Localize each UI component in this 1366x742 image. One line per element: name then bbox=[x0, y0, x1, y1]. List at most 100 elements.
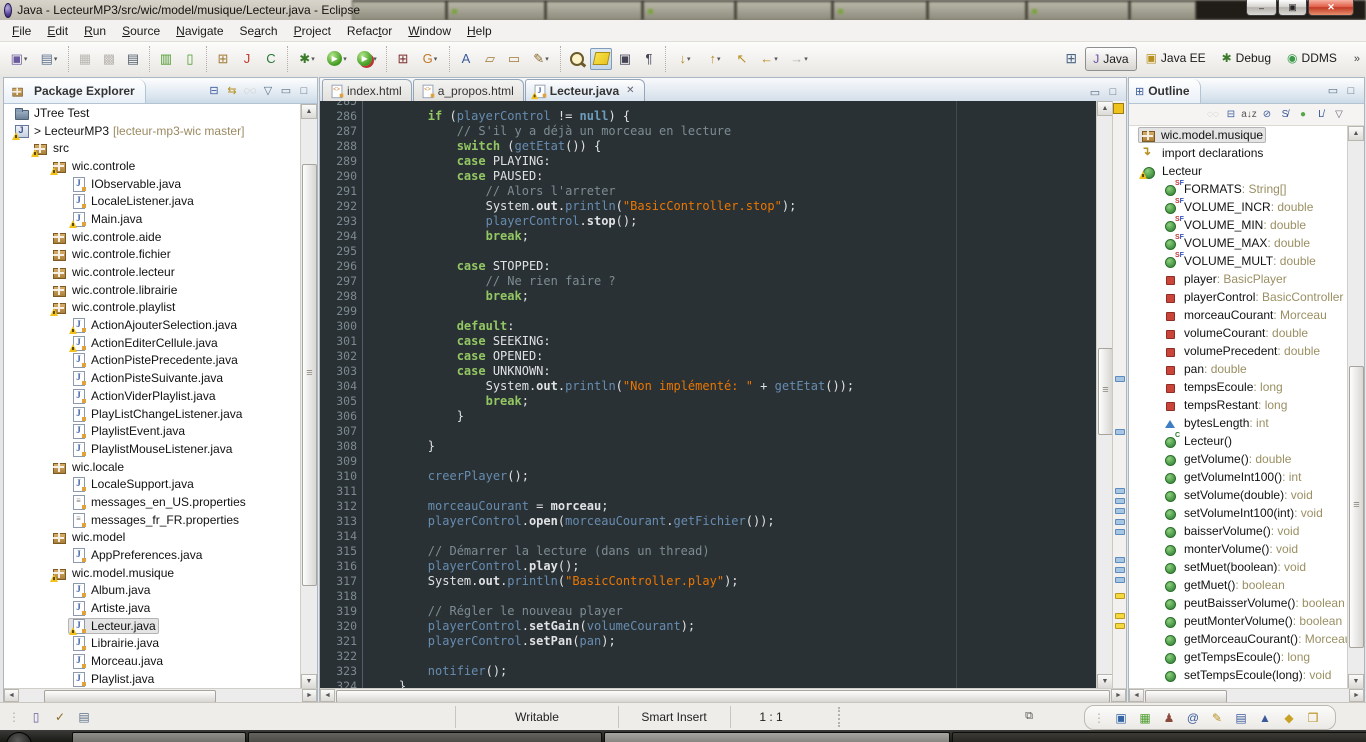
editor-hscrollbar[interactable]: ◄ ► bbox=[320, 688, 1126, 703]
theme-brush-icon[interactable]: ✎ bbox=[1207, 709, 1227, 727]
minimize-editor-icon[interactable]: ▭ bbox=[1086, 83, 1104, 101]
outline-item[interactable]: SF VOLUME_MULT : double bbox=[1130, 252, 1348, 270]
previous-annotation-icon[interactable]: ↑ ▾ bbox=[701, 48, 729, 70]
open-type-icon[interactable]: A bbox=[455, 48, 477, 70]
editor-vscrollbar[interactable]: ▲ ▼ bbox=[1096, 101, 1113, 689]
open-package-icon[interactable]: ▱ bbox=[479, 48, 501, 70]
outline-item[interactable]: player : BasicPlayer bbox=[1130, 270, 1348, 288]
restore-trim-icon[interactable]: ⧉ bbox=[1020, 708, 1038, 724]
outline-item[interactable]: SF VOLUME_INCR : double bbox=[1130, 198, 1348, 216]
overview-ruler[interactable] bbox=[1112, 101, 1126, 689]
outline-item[interactable]: setVolumeInt100(int) : void bbox=[1130, 504, 1348, 522]
dropdown-arrow-icon[interactable]: ▾ bbox=[545, 55, 549, 63]
outline-item[interactable]: wic.model.musique bbox=[1130, 126, 1348, 144]
close-button[interactable]: ✕ bbox=[1308, 0, 1354, 16]
outline-item[interactable]: tempsEcoule : long bbox=[1130, 378, 1348, 396]
dropdown-arrow-icon[interactable]: ▾ bbox=[373, 55, 377, 63]
outline-item[interactable]: volumeCourant : double bbox=[1130, 324, 1348, 342]
package-explorer-vscrollbar[interactable]: ▲ ▼ bbox=[300, 104, 317, 689]
collapse-all-icon[interactable]: ⊟ bbox=[1222, 106, 1240, 124]
tree-item[interactable]: J Librairie.java bbox=[5, 635, 301, 653]
outline-item[interactable]: getVolume() : double bbox=[1130, 450, 1348, 468]
package-explorer-hscrollbar[interactable]: ◄ ► bbox=[4, 688, 317, 703]
occurrence-marker[interactable] bbox=[1115, 376, 1125, 382]
outline-item[interactable]: bytesLength : int bbox=[1130, 414, 1348, 432]
warning-marker[interactable] bbox=[1115, 593, 1125, 599]
tree-item[interactable]: J LocaleSupport.java bbox=[5, 475, 301, 493]
tree-item[interactable]: wic.controle.playlist bbox=[5, 299, 301, 317]
maximize-view-icon[interactable]: □ bbox=[295, 82, 313, 100]
outline-item[interactable]: SF FORMATS : String[] bbox=[1130, 180, 1348, 198]
tree-item[interactable]: J Playlist.java bbox=[5, 670, 301, 688]
occurrence-marker[interactable] bbox=[1115, 557, 1125, 563]
toggle-mark-occurrences-icon[interactable] bbox=[590, 47, 612, 70]
outline-item[interactable]: tempsRestant : long bbox=[1130, 396, 1348, 414]
outline-item[interactable]: ↴ import declarations bbox=[1130, 144, 1348, 162]
outline-item[interactable]: volumePrecedent : double bbox=[1130, 342, 1348, 360]
outline-shortcut-icon[interactable]: ▤ bbox=[74, 708, 94, 726]
tree-item[interactable]: J Artiste.java bbox=[5, 599, 301, 617]
android-sdk-manager-icon[interactable]: ▥ bbox=[155, 48, 177, 70]
menu-project[interactable]: Project bbox=[286, 22, 339, 40]
hide-local-types-icon[interactable]: L̸ bbox=[1312, 106, 1330, 124]
outline-hscrollbar[interactable]: ◄ ► bbox=[1129, 688, 1364, 703]
tree-item[interactable]: J IObservable.java bbox=[5, 175, 301, 193]
menu-file[interactable]: File bbox=[4, 22, 39, 40]
collapse-all-icon[interactable]: ⊟ bbox=[205, 82, 223, 100]
run-icon[interactable]: ▶ ▾ bbox=[323, 48, 351, 70]
occurrence-marker[interactable] bbox=[1115, 577, 1125, 583]
dropdown-arrow-icon[interactable]: ▾ bbox=[311, 55, 315, 63]
cvs-repository-icon[interactable]: ♟ bbox=[1159, 709, 1179, 727]
table-view-icon[interactable]: ▤ bbox=[1231, 709, 1251, 727]
menu-edit[interactable]: Edit bbox=[39, 22, 76, 40]
outline-item[interactable]: SF VOLUME_MAX : double bbox=[1130, 234, 1348, 252]
maximize-button[interactable]: ▣ bbox=[1278, 0, 1307, 16]
toolbar-overflow-chevron[interactable]: » bbox=[1354, 53, 1360, 65]
run-external-tools-icon[interactable]: ▶ ▾ bbox=[353, 48, 381, 70]
dropdown-arrow-icon[interactable]: ▾ bbox=[434, 55, 438, 63]
editor-tab-a_propos-html[interactable]: <> a_propos.html bbox=[412, 79, 524, 101]
ant-build-icon[interactable]: ▲ bbox=[1255, 709, 1275, 727]
editor-tab-Lecteur-java[interactable]: J Lecteur.java ✕ bbox=[524, 79, 645, 101]
tree-item[interactable]: J Album.java bbox=[5, 582, 301, 600]
back-icon[interactable]: ← ▾ bbox=[755, 48, 783, 70]
code-editor[interactable]: 285 286 287 288 289 290 291 292 293 294 295 296 297 2… bbox=[320, 101, 1126, 689]
editor-tab-index-html[interactable]: <> index.html bbox=[322, 79, 412, 101]
show-whitespace-icon[interactable]: ¶ bbox=[638, 48, 660, 70]
menu-help[interactable]: Help bbox=[459, 22, 500, 40]
last-edit-location-icon[interactable]: ↖ bbox=[731, 48, 753, 70]
tree-item[interactable]: ≡ messages_fr_FR.properties bbox=[5, 511, 301, 529]
outline-item[interactable]: SF VOLUME_MIN : double bbox=[1130, 216, 1348, 234]
dropdown-arrow-icon[interactable]: ▾ bbox=[54, 55, 58, 63]
dropdown-arrow-icon[interactable]: ▾ bbox=[804, 55, 808, 63]
new-web-wizard-icon[interactable]: G ▾ bbox=[416, 48, 444, 70]
tree-item[interactable]: J Main.java bbox=[5, 210, 301, 228]
android-ddms-icon[interactable]: ▦ bbox=[1135, 709, 1155, 727]
outline-item[interactable]: peutMonterVolume() : boolean bbox=[1130, 612, 1348, 630]
new-wizard-shortcut-icon[interactable]: ▯ bbox=[26, 708, 46, 726]
tree-item[interactable]: J ActionPisteSuivante.java bbox=[5, 369, 301, 387]
tree-item[interactable]: J PlaylistMouseListener.java bbox=[5, 440, 301, 458]
tree-item[interactable]: ≡ messages_en_US.properties bbox=[5, 493, 301, 511]
outline-item[interactable]: playerControl : BasicController bbox=[1130, 288, 1348, 306]
hide-fields-icon[interactable]: ⊘ bbox=[1258, 106, 1276, 124]
trim-drag-handle[interactable] bbox=[838, 707, 840, 727]
outline-item[interactable]: getTempsEcoule() : long bbox=[1130, 648, 1348, 666]
tree-item[interactable]: wic.controle.lecteur bbox=[5, 263, 301, 281]
outline-item[interactable]: pan : double bbox=[1130, 360, 1348, 378]
windows-taskbar[interactable] bbox=[0, 730, 1366, 742]
dropdown-arrow-icon[interactable]: ▾ bbox=[343, 55, 347, 63]
snippets-icon[interactable]: ❒ bbox=[1303, 709, 1323, 727]
outline-item[interactable]: getMuet() : boolean bbox=[1130, 576, 1348, 594]
show-selected-element-icon[interactable]: ▣ bbox=[614, 48, 636, 70]
focus-on-active-task-icon[interactable]: ◌◌ bbox=[1204, 106, 1222, 124]
taskbar-window-button[interactable] bbox=[952, 732, 1366, 742]
forward-icon[interactable]: → ▾ bbox=[785, 48, 813, 70]
focus-on-task-icon[interactable]: ◌◌ bbox=[241, 82, 259, 100]
menu-window[interactable]: Window bbox=[400, 22, 459, 40]
minimize-button[interactable]: – bbox=[1246, 0, 1277, 16]
new-java-package-icon[interactable]: ⊞ bbox=[212, 48, 234, 70]
outline-item[interactable]: setTempsEcoule(long) : void bbox=[1130, 666, 1348, 684]
tree-item[interactable]: wic.controle.fichier bbox=[5, 246, 301, 264]
tree-item[interactable]: wic.model.musique bbox=[5, 564, 301, 582]
